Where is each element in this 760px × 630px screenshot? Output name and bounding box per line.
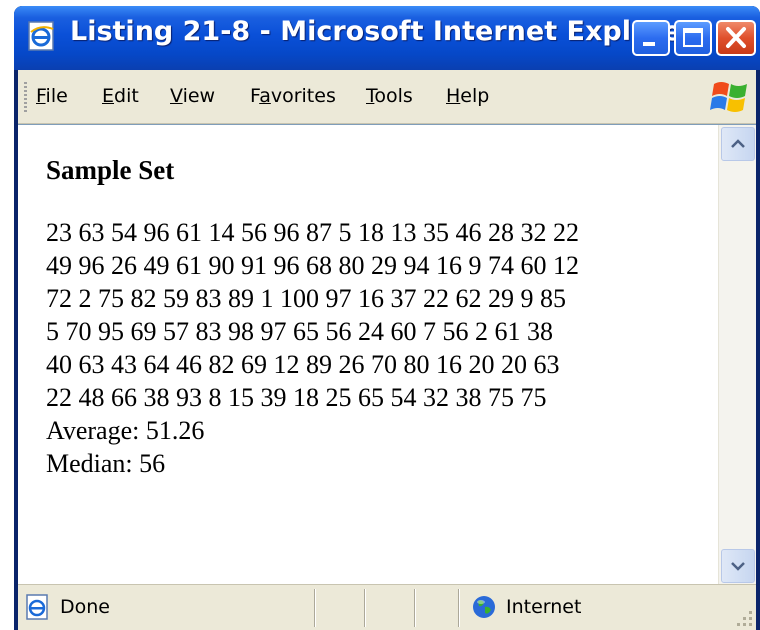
status-divider bbox=[364, 589, 366, 627]
menu-help[interactable]: Help bbox=[446, 85, 489, 107]
number-line: 40 63 43 64 46 82 69 12 89 26 70 80 16 2… bbox=[46, 350, 560, 379]
page-content[interactable]: Sample Set 23 63 54 96 61 14 56 96 87 5 … bbox=[18, 124, 756, 585]
vertical-scrollbar[interactable] bbox=[718, 125, 756, 585]
scroll-up-button[interactable] bbox=[721, 127, 755, 161]
menu-file[interactable]: File bbox=[36, 85, 68, 107]
title-bar[interactable]: Listing 21-8 - Microsoft Internet Explor… bbox=[14, 6, 760, 70]
document-body: Sample Set 23 63 54 96 61 14 56 96 87 5 … bbox=[46, 155, 726, 480]
minimize-icon bbox=[643, 42, 655, 46]
number-line: 49 96 26 49 61 90 91 96 68 80 29 94 16 9… bbox=[46, 251, 579, 280]
maximize-button[interactable] bbox=[674, 20, 712, 56]
menu-edit[interactable]: Edit bbox=[102, 85, 139, 107]
close-button[interactable] bbox=[716, 20, 756, 56]
menu-view[interactable]: View bbox=[170, 85, 215, 107]
number-line: 72 2 75 82 59 83 89 1 100 97 16 37 22 62… bbox=[46, 284, 566, 313]
menu-bar: File Edit View Favorites Tools Help bbox=[18, 70, 756, 124]
chevron-up-icon bbox=[731, 139, 745, 148]
status-divider bbox=[314, 589, 316, 627]
status-divider bbox=[414, 589, 416, 627]
status-divider bbox=[458, 589, 460, 627]
done-page-icon bbox=[26, 594, 48, 620]
toolbar-grip[interactable] bbox=[24, 82, 27, 112]
window-title: Listing 21-8 - Microsoft Internet Explor… bbox=[70, 16, 695, 47]
ie-page-icon bbox=[28, 21, 54, 51]
number-line: 22 48 66 38 93 8 15 39 18 25 65 54 32 38… bbox=[46, 383, 547, 412]
browser-window: Listing 21-8 - Microsoft Internet Explor… bbox=[14, 6, 760, 630]
chevron-down-icon bbox=[731, 562, 745, 571]
security-zone-text: Internet bbox=[506, 596, 582, 618]
number-line: 23 63 54 96 61 14 56 96 87 5 18 13 35 46… bbox=[46, 218, 579, 247]
average-value: Average: 51.26 bbox=[46, 416, 205, 445]
minimize-button[interactable] bbox=[632, 20, 670, 56]
internet-globe-icon bbox=[473, 596, 495, 618]
resize-grip-icon[interactable] bbox=[732, 606, 754, 628]
maximize-icon bbox=[683, 28, 703, 47]
menu-favorites[interactable]: Favorites bbox=[250, 85, 336, 107]
page-heading: Sample Set bbox=[46, 155, 175, 185]
scroll-down-button[interactable] bbox=[721, 549, 755, 583]
status-text: Done bbox=[60, 596, 110, 618]
menu-tools[interactable]: Tools bbox=[366, 85, 413, 107]
status-bar: Done Internet bbox=[18, 584, 756, 630]
close-icon bbox=[726, 27, 746, 48]
median-value: Median: 56 bbox=[46, 449, 166, 478]
number-line: 5 70 95 69 57 83 98 97 65 56 24 60 7 56 … bbox=[46, 317, 553, 346]
windows-flag-icon bbox=[710, 82, 747, 112]
